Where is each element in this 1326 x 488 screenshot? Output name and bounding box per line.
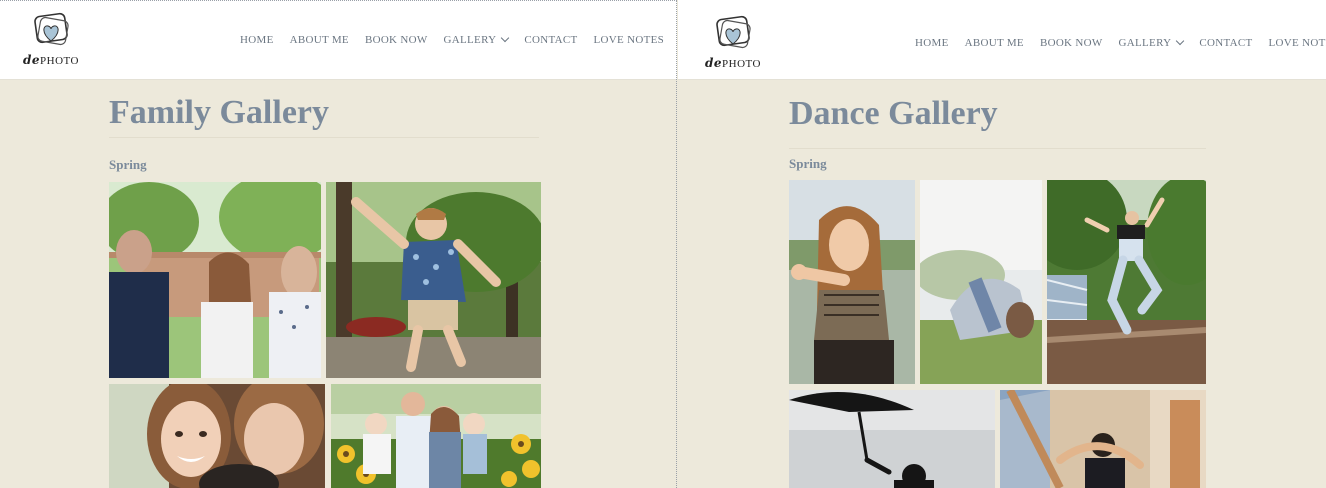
- dancer-leaping-photo[interactable]: [1047, 180, 1206, 384]
- dance-gallery-page: dePHOTO HOME ABOUT ME BOOK NOW GALLERY C…: [678, 0, 1326, 488]
- chevron-down-icon: [501, 33, 510, 43]
- camera-heart-icon: [34, 12, 69, 46]
- family-gallery-page: dePHOTO HOME ABOUT ME BOOK NOW GALLERY C…: [0, 0, 677, 488]
- site-logo[interactable]: dePHOTO: [701, 14, 765, 70]
- nav-home[interactable]: HOME: [240, 34, 274, 46]
- nav-contact[interactable]: CONTACT: [524, 34, 577, 46]
- nav-love-notes[interactable]: LOVE NOTES: [594, 34, 665, 46]
- nav-contact[interactable]: CONTACT: [1199, 37, 1252, 49]
- family-on-bench-photo[interactable]: [109, 182, 321, 378]
- dancer-pointing-photo[interactable]: [789, 180, 915, 384]
- brand-text: dePHOTO: [22, 53, 79, 67]
- brand-text: dePHOTO: [704, 56, 761, 70]
- chevron-down-icon: [1176, 36, 1185, 46]
- title-divider: [789, 148, 1206, 149]
- main-nav: HOME ABOUT ME BOOK NOW GALLERY CONTACT L…: [240, 33, 665, 46]
- nav-gallery[interactable]: GALLERY: [1118, 36, 1185, 49]
- nav-gallery-label: GALLERY: [1118, 37, 1172, 49]
- nav-gallery-label: GALLERY: [443, 34, 497, 46]
- boy-running-photo[interactable]: [326, 182, 541, 378]
- girl-smiling-photo[interactable]: [109, 384, 325, 488]
- nav-about-me[interactable]: ABOUT ME: [290, 34, 349, 46]
- site-logo[interactable]: dePHOTO: [19, 11, 83, 67]
- family-sunflowers-photo[interactable]: [331, 384, 541, 488]
- umbrella-silhouette-photo[interactable]: [789, 390, 995, 488]
- nav-love-notes[interactable]: LOVE NOTES: [1269, 37, 1326, 49]
- title-divider: [109, 137, 539, 138]
- page-title: Dance Gallery: [789, 95, 998, 132]
- nav-home[interactable]: HOME: [915, 37, 949, 49]
- dancer-bridge-photo[interactable]: [1000, 390, 1206, 488]
- page-title: Family Gallery: [109, 94, 330, 131]
- site-header: dePHOTO HOME ABOUT ME BOOK NOW GALLERY C…: [678, 0, 1326, 80]
- nav-book-now[interactable]: BOOK NOW: [365, 34, 428, 46]
- main-nav: HOME ABOUT ME BOOK NOW GALLERY CONTACT L…: [915, 36, 1326, 49]
- nav-book-now[interactable]: BOOK NOW: [1040, 37, 1103, 49]
- site-header: dePHOTO HOME ABOUT ME BOOK NOW GALLERY C…: [0, 0, 677, 80]
- nav-gallery[interactable]: GALLERY: [443, 33, 510, 46]
- section-heading: Spring: [789, 156, 827, 171]
- panel-divider: [676, 0, 677, 488]
- capture-border: [0, 0, 677, 1]
- dancer-backbend-photo[interactable]: [920, 180, 1042, 384]
- section-heading: Spring: [109, 157, 147, 172]
- camera-heart-icon: [716, 15, 751, 49]
- nav-about-me[interactable]: ABOUT ME: [965, 37, 1024, 49]
